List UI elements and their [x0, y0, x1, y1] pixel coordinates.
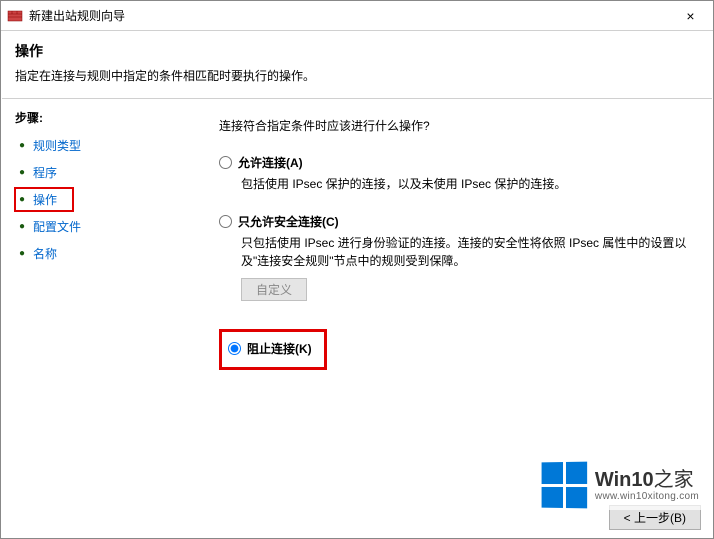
step-name[interactable]: ● 名称 [15, 242, 179, 265]
option-allow-line[interactable]: 允许连接(A) [219, 154, 691, 171]
step-rule-type[interactable]: ● 规则类型 [15, 134, 179, 157]
windows-logo-icon [542, 462, 588, 509]
radio-secure[interactable] [219, 215, 232, 228]
sidebar: 步骤: ● 规则类型 ● 程序 ● 操作 ● 配置文件 ● 名称 [1, 99, 179, 506]
page-title: 操作 [15, 41, 699, 61]
option-secure-label: 只允许安全连接(C) [238, 213, 339, 230]
step-arrow-icon: ● [19, 194, 31, 205]
firewall-icon [7, 8, 23, 24]
steps-title: 步骤: [15, 109, 179, 126]
step-label: 操作 [33, 191, 57, 208]
option-allow: 允许连接(A) 包括使用 IPsec 保护的连接，以及未使用 IPsec 保护的… [219, 154, 691, 193]
step-label: 规则类型 [33, 137, 81, 154]
wizard-body: 步骤: ● 规则类型 ● 程序 ● 操作 ● 配置文件 ● 名称 [1, 99, 713, 506]
option-block-label: 阻止连接(K) [247, 340, 312, 357]
titlebar: 新建出站规则向导 × [1, 1, 713, 31]
content-pane: 连接符合指定条件时应该进行什么操作? 允许连接(A) 包括使用 IPsec 保护… [179, 99, 713, 506]
option-secure: 只允许安全连接(C) 只包括使用 IPsec 进行身份验证的连接。连接的安全性将… [219, 213, 691, 301]
steps-list: ● 规则类型 ● 程序 ● 操作 ● 配置文件 ● 名称 [15, 134, 179, 265]
step-profile[interactable]: ● 配置文件 [15, 215, 179, 238]
option-block: 阻止连接(K) [219, 329, 327, 370]
option-secure-line[interactable]: 只允许安全连接(C) [219, 213, 691, 230]
watermark: Win10之家 www.win10xitong.com [537, 460, 703, 510]
step-action[interactable]: ● 操作 [15, 188, 73, 211]
option-allow-label: 允许连接(A) [238, 154, 303, 171]
step-program[interactable]: ● 程序 [15, 161, 179, 184]
watermark-text: Win10之家 www.win10xitong.com [595, 469, 699, 502]
close-button[interactable]: × [668, 1, 713, 31]
step-arrow-icon: ● [19, 248, 31, 259]
step-arrow-icon: ● [19, 221, 31, 232]
question-text: 连接符合指定条件时应该进行什么操作? [219, 117, 691, 134]
watermark-url: www.win10xitong.com [595, 491, 699, 502]
watermark-brand-a: Win10 [595, 469, 654, 491]
step-arrow-icon: ● [19, 167, 31, 178]
window-title: 新建出站规则向导 [29, 7, 125, 24]
step-label: 配置文件 [33, 218, 81, 235]
page-subtitle: 指定在连接与规则中指定的条件相匹配时要执行的操作。 [15, 67, 699, 84]
option-secure-desc: 只包括使用 IPsec 进行身份验证的连接。连接的安全性将依照 IPsec 属性… [241, 234, 691, 270]
watermark-brand-b: 之家 [654, 469, 694, 491]
step-label: 程序 [33, 164, 57, 181]
radio-allow[interactable] [219, 156, 232, 169]
radio-block[interactable] [228, 342, 241, 355]
step-label: 名称 [33, 245, 57, 262]
wizard-header: 操作 指定在连接与规则中指定的条件相匹配时要执行的操作。 [1, 31, 713, 98]
customize-button: 自定义 [241, 278, 307, 301]
option-block-line[interactable]: 阻止连接(K) [228, 340, 312, 357]
close-icon: × [686, 8, 694, 24]
option-allow-desc: 包括使用 IPsec 保护的连接，以及未使用 IPsec 保护的连接。 [241, 175, 691, 193]
step-arrow-icon: ● [19, 140, 31, 151]
